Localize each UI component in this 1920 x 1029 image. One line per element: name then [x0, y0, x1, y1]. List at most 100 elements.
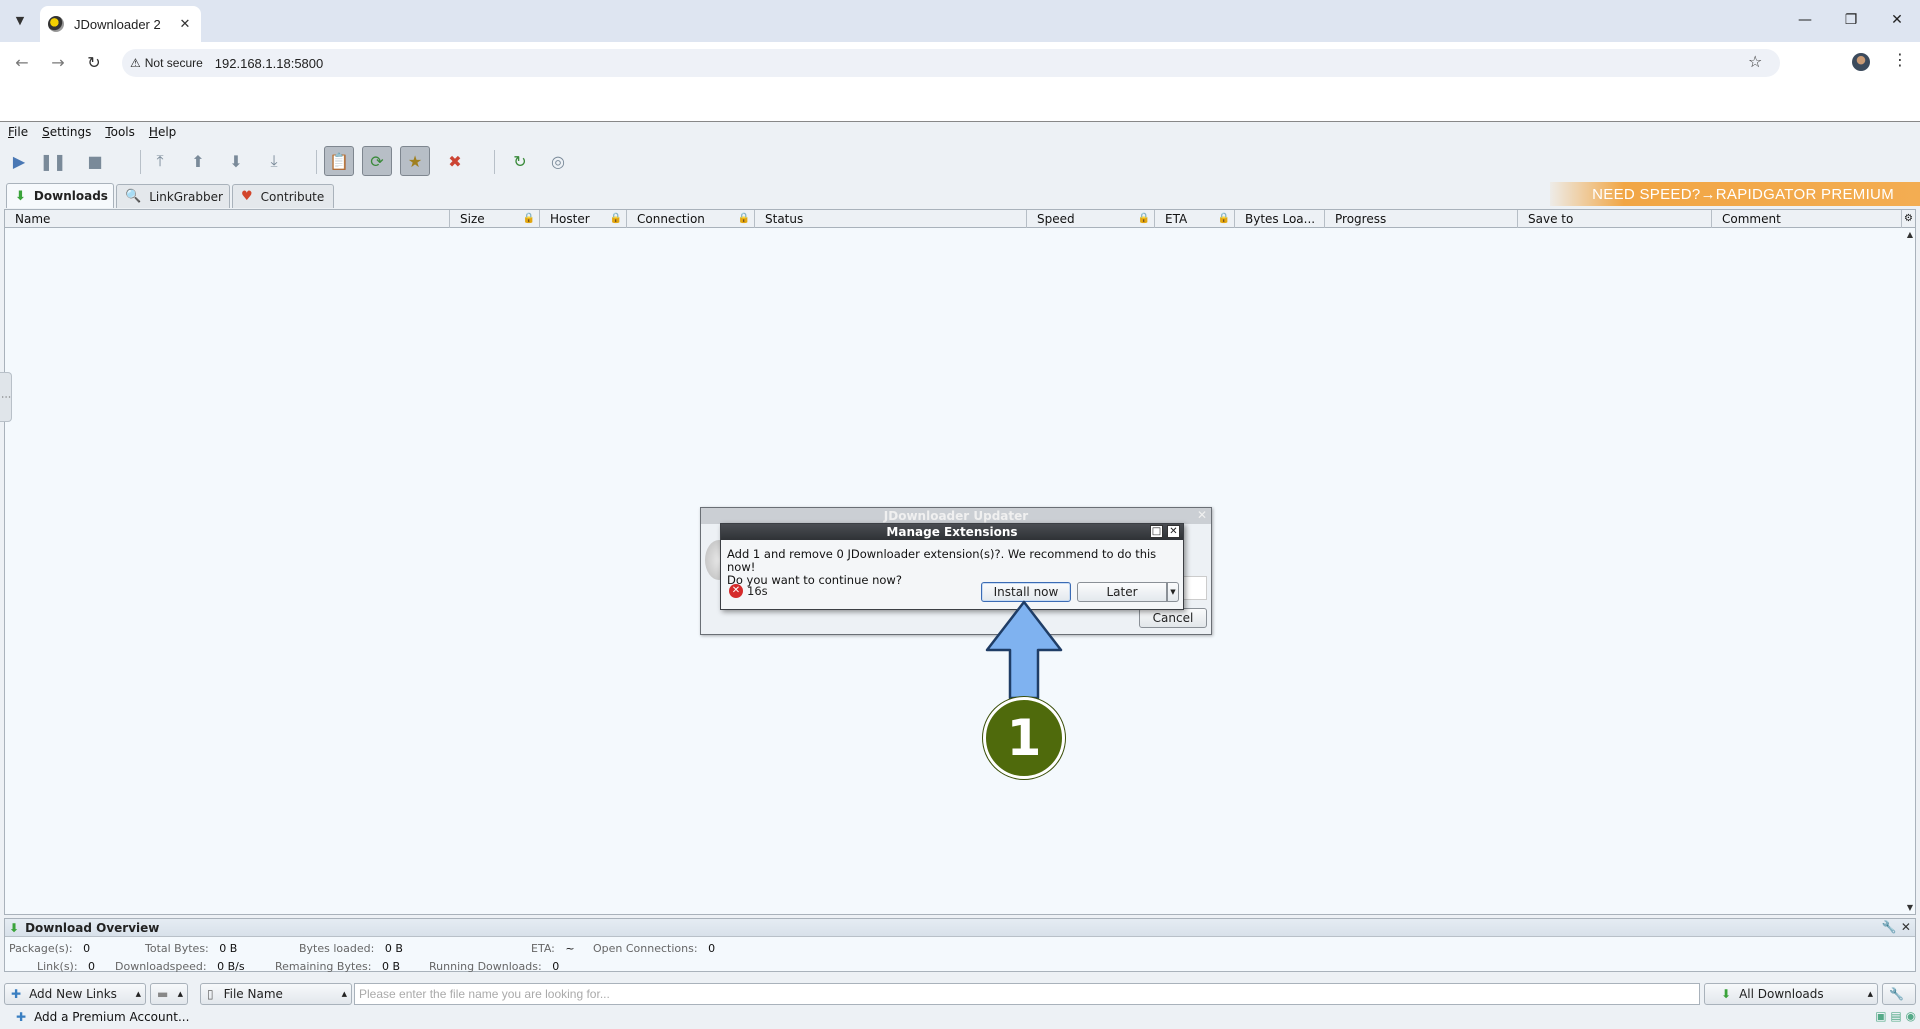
stop-icon[interactable]: ■ — [80, 146, 110, 176]
delete-button[interactable]: ▬ ▲ — [150, 983, 188, 1005]
clipboard-monitor-icon[interactable]: 📋 — [324, 146, 354, 176]
column-connection[interactable]: Connection 🔒 — [627, 210, 755, 228]
links-value: 0 — [88, 960, 96, 973]
reconnect-icon[interactable]: ↻ — [505, 146, 535, 176]
open-connections-value: 0 — [708, 942, 716, 955]
column-eta[interactable]: ETA 🔒 — [1155, 210, 1235, 228]
reload-icon[interactable]: ↻ — [82, 50, 106, 74]
delete-dropdown-icon[interactable]: ▲ — [178, 990, 183, 998]
overview-remaining-bytes: Remaining Bytes: 0 B — [275, 960, 400, 973]
column-speed[interactable]: Speed 🔒 — [1027, 210, 1155, 228]
tab-linkgrabber[interactable]: 🔍 LinkGrabber — [116, 184, 230, 208]
countdown-value: 16s — [747, 584, 768, 598]
restore-icon[interactable]: ❐ — [1836, 8, 1866, 32]
column-save-to[interactable]: Save to — [1518, 210, 1712, 228]
browser-tabstrip: ▼ JDownloader 2 ✕ — ❐ ✕ — [0, 0, 1920, 42]
move-up-icon[interactable]: ⬆ — [183, 146, 213, 176]
column-status[interactable]: Status — [755, 210, 1027, 228]
tab-close-icon[interactable]: ✕ — [177, 17, 193, 32]
url-text[interactable]: 192.168.1.18:5800 — [215, 56, 323, 71]
maximize-icon[interactable]: □ — [1150, 525, 1163, 538]
back-icon[interactable]: ← — [10, 50, 34, 74]
updater-cancel-button[interactable]: Cancel — [1139, 608, 1207, 628]
browser-menu-icon[interactable]: ⋮ — [1892, 50, 1908, 69]
move-down-icon[interactable]: ⬇ — [221, 146, 251, 176]
heart-icon: ♥ — [241, 189, 253, 204]
updater-title: JDownloader Updater — [701, 508, 1211, 524]
toolbar-separator — [494, 150, 495, 174]
column-name[interactable]: Name — [5, 210, 450, 228]
overview-row-1: Package(s): 0 — [9, 942, 90, 955]
forward-icon[interactable]: → — [46, 50, 70, 74]
tab-search-icon[interactable]: ▼ — [8, 8, 32, 32]
menu-file[interactable]: File — [8, 125, 28, 139]
downloadspeed-label: Downloadspeed: — [115, 960, 207, 973]
add-links-dropdown-icon[interactable]: ▲ — [136, 990, 141, 998]
add-new-links-button[interactable]: ✚ Add New Links ▲ — [4, 983, 146, 1005]
bookmark-star-icon[interactable]: ☆ — [1748, 52, 1762, 71]
update-icon[interactable]: ◎ — [543, 146, 573, 176]
running-downloads-label: Running Downloads: — [429, 960, 542, 973]
column-size[interactable]: Size 🔒 — [450, 210, 540, 228]
move-bottom-icon[interactable]: ⤓ — [259, 146, 289, 176]
browser-tab[interactable]: JDownloader 2 ✕ — [40, 6, 201, 42]
search-input[interactable]: Please enter the file name you are looki… — [354, 983, 1700, 1005]
main-tabs: ⬇ Downloads 🔍 LinkGrabber ♥ Contribute N… — [0, 182, 1920, 208]
overview-settings-close-icon[interactable]: 🔧 ✕ — [1882, 920, 1911, 934]
column-comment[interactable]: Comment — [1712, 210, 1902, 228]
menu-help[interactable]: Help — [149, 125, 176, 139]
search-scope-select[interactable]: ▯ File Name ▲ — [200, 983, 352, 1005]
move-top-icon[interactable]: ⤒ — [145, 146, 175, 176]
rapidgator-promo-banner[interactable]: NEED SPEED?→RAPIDGATOR PREMIUM — [1550, 182, 1920, 206]
pause-icon[interactable]: ❚❚ — [38, 146, 68, 176]
tab-downloads[interactable]: ⬇ Downloads — [6, 183, 114, 208]
menu-tools[interactable]: Tools — [105, 125, 135, 139]
profile-avatar[interactable] — [1852, 53, 1870, 71]
all-downloads-select[interactable]: ⬇ All Downloads ▲ — [1704, 983, 1878, 1005]
install-now-button[interactable]: Install now — [981, 582, 1071, 602]
auto-reconnect-icon[interactable]: ⟳ — [362, 146, 392, 176]
dialog-close-icon[interactable]: ✕ — [1167, 525, 1180, 538]
later-button[interactable]: Later — [1077, 582, 1167, 602]
annotation-arrow-shape — [985, 600, 1063, 700]
quick-settings-button[interactable]: 🔧 — [1882, 983, 1916, 1005]
silent-mode-icon[interactable]: ✖ — [440, 146, 470, 176]
status-tray-icons[interactable]: ▣ ▤ ◉ — [1875, 1009, 1916, 1023]
bottom-toolbar: ✚ Add New Links ▲ ▬ ▲ ▯ File Name ▲ Plea… — [0, 982, 1920, 1006]
not-secure-label[interactable]: Not secure — [145, 56, 203, 70]
column-hoster[interactable]: Hoster 🔒 — [540, 210, 627, 228]
file-icon: ▯ — [207, 987, 214, 1001]
tab-contribute[interactable]: ♥ Contribute — [232, 184, 334, 208]
wrench-icon: 🔧 — [1889, 987, 1904, 1001]
promo-text: NEED SPEED?→RAPIDGATOR PREMIUM — [1592, 185, 1894, 203]
column-progress[interactable]: Progress — [1325, 210, 1518, 228]
packages-value: 0 — [83, 942, 91, 955]
error-icon[interactable]: ✕ — [729, 584, 743, 598]
address-bar[interactable]: ⚠ Not secure 192.168.1.18:5800 — [122, 49, 1780, 77]
updater-close-icon[interactable]: ✕ — [1197, 508, 1207, 522]
overview-title: Download Overview — [25, 920, 160, 935]
add-premium-account-link[interactable]: ✚ Add a Premium Account... — [16, 1010, 189, 1024]
column-size-label: Size — [460, 212, 485, 226]
overview-downloadspeed: Downloadspeed: 0 B/s — [115, 960, 245, 973]
sidebar-handle[interactable]: ⋮ — [0, 372, 12, 422]
countdown-timer: ✕ 16s — [729, 584, 768, 598]
start-downloads-icon[interactable]: ▶ — [4, 146, 34, 176]
download-arrow-icon: ⬇ — [1721, 987, 1732, 1001]
column-bytes-loaded[interactable]: Bytes Loa... — [1235, 210, 1325, 228]
scroll-down-icon[interactable]: ▼ — [1907, 903, 1913, 912]
all-downloads-label: All Downloads — [1739, 987, 1824, 1001]
remaining-bytes-label: Remaining Bytes: — [275, 960, 372, 973]
later-dropdown-icon[interactable]: ▼ — [1167, 582, 1179, 602]
premium-toggle-icon[interactable]: ★ — [400, 146, 430, 176]
overview-running-downloads: Running Downloads: 0 — [429, 960, 559, 973]
menu-settings[interactable]: Settings — [42, 125, 91, 139]
remaining-bytes-value: 0 B — [381, 960, 401, 973]
eta-label: ETA: — [531, 942, 555, 955]
minimize-icon[interactable]: — — [1790, 8, 1820, 32]
tab-title: JDownloader 2 — [74, 16, 161, 32]
close-window-icon[interactable]: ✕ — [1882, 8, 1912, 32]
eta-value: ~ — [565, 942, 575, 955]
scroll-up-icon[interactable]: ▲ — [1907, 230, 1913, 239]
column-settings-icon[interactable]: ⚙ — [1902, 210, 1916, 228]
